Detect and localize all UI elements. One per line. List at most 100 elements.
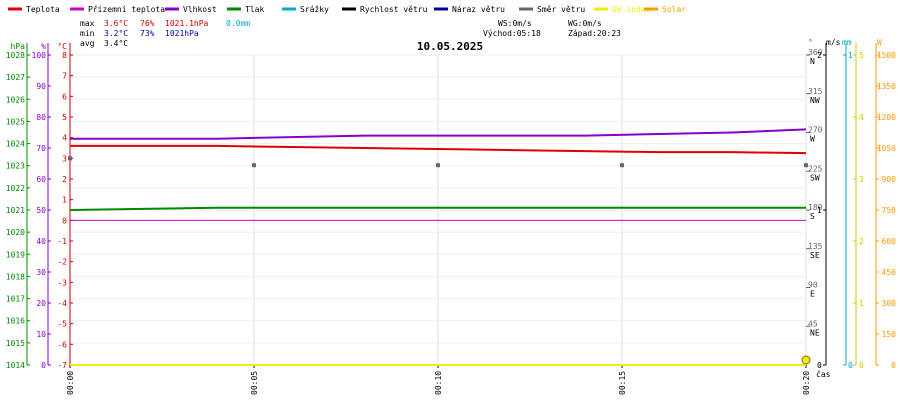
- legend-label: Rychlost větru: [360, 5, 428, 14]
- temperature-tick-label: -2: [57, 258, 67, 267]
- temperature-tick-label: 3: [62, 154, 67, 163]
- solar-tick-label: 900: [882, 175, 897, 184]
- stat-max-label: max: [80, 19, 95, 28]
- series-smer-vetru-point: [620, 163, 624, 168]
- series-smer-vetru-point: [436, 163, 440, 168]
- humidity-tick-label: 20: [36, 299, 46, 308]
- wind-gust-info: WG:0m/s: [568, 19, 602, 28]
- stat-max-rain: 0.0mm: [226, 19, 250, 28]
- direction-compass-label: SW: [810, 173, 820, 182]
- direction-tick-label: 45: [808, 319, 818, 328]
- pressure-tick-label: 1019: [6, 250, 25, 259]
- x-tick-label: 00:15: [618, 371, 627, 395]
- direction-compass-label: W: [810, 135, 815, 144]
- stat-min-press: 1021hPa: [165, 29, 199, 38]
- pressure-tick-label: 1018: [6, 272, 25, 281]
- humidity-unit: %: [41, 42, 46, 51]
- uv-tick-label: 0: [859, 361, 864, 370]
- stat-avg-label: avg: [80, 39, 95, 48]
- pressure-tick-label: 1021: [6, 206, 25, 215]
- temperature-tick-label: -5: [57, 320, 67, 329]
- rain-tick-label: 1: [848, 51, 853, 60]
- legend-label: Solar: [662, 5, 686, 14]
- uv-tick-label: 2: [859, 237, 864, 246]
- temperature-tick-label: 7: [62, 72, 67, 81]
- solar-tick-label: 1200: [877, 113, 896, 122]
- temperature-tick-label: -1: [57, 237, 67, 246]
- pressure-tick-label: 1028: [6, 51, 25, 60]
- solar-tick-label: 450: [882, 268, 897, 277]
- temperature-tick-label: -3: [57, 278, 67, 287]
- humidity-tick-label: 30: [36, 268, 46, 277]
- pressure-tick-label: 1015: [6, 339, 25, 348]
- pressure-tick-label: 1023: [6, 162, 25, 171]
- pressure-tick-label: 1022: [6, 184, 25, 193]
- series-smer-vetru-point: [252, 163, 256, 168]
- weather-chart: 10.05.2025 00:00 00:05 00:10 00:15 00:20 čas 1…: [0, 0, 900, 400]
- legend-label: Teplota: [26, 5, 60, 14]
- rain-unit: mm: [842, 38, 852, 47]
- direction-compass-label: N: [810, 57, 815, 66]
- stat-min-temp: 3.2°C: [104, 29, 128, 38]
- solar-tick-label: 1350: [877, 82, 896, 91]
- direction-unit: °: [808, 38, 813, 47]
- stat-min-label: min: [80, 29, 95, 38]
- solar-tick-label: 600: [882, 237, 897, 246]
- wind-tick-label: 0: [817, 361, 822, 370]
- humidity-tick-label: 70: [36, 144, 46, 153]
- solar-tick-label: 0: [891, 361, 896, 370]
- temperature-tick-label: 6: [62, 92, 67, 101]
- direction-tick-label: 135: [808, 242, 823, 251]
- humidity-tick-label: 80: [36, 113, 46, 122]
- solar-tick-label: 1500: [877, 51, 896, 60]
- humidity-tick-label: 40: [36, 237, 46, 246]
- x-tick-label: 00:05: [250, 371, 259, 395]
- stat-max-temp: 3.6°C: [104, 19, 128, 28]
- stat-max-press: 1021.1hPa: [165, 19, 209, 28]
- solar-unit: W: [877, 38, 882, 47]
- humidity-tick-label: 10: [36, 330, 46, 339]
- sunset-info: Západ:20:23: [568, 29, 621, 38]
- temperature-tick-label: 0: [62, 216, 67, 225]
- wind-tick-label: 1: [817, 206, 822, 215]
- direction-compass-label: S: [810, 212, 815, 221]
- temperature-tick-label: -7: [57, 361, 67, 370]
- temperature-unit: °C: [57, 42, 67, 51]
- series-smer-vetru-point: [804, 163, 808, 168]
- legend-label: Náraz větru: [452, 5, 505, 14]
- temperature-tick-label: 2: [62, 175, 67, 184]
- wind-unit: m/s: [826, 38, 841, 47]
- direction-tick-label: 225: [808, 164, 823, 173]
- stat-max-hum: 76%: [140, 19, 155, 28]
- temperature-tick-label: -4: [57, 299, 67, 308]
- pressure-tick-label: 1014: [6, 361, 25, 370]
- chart-title: 10.05.2025: [417, 40, 483, 53]
- direction-compass-label: NW: [810, 96, 820, 105]
- legend-label: Srážky: [300, 5, 329, 14]
- rain-tick-label: 0: [848, 361, 853, 370]
- humidity-tick-label: 50: [36, 206, 46, 215]
- uv-tick-label: 1: [859, 299, 864, 308]
- humidity-tick-label: 100: [32, 51, 47, 60]
- humidity-tick-label: 60: [36, 175, 46, 184]
- temperature-tick-label: -6: [57, 340, 67, 349]
- humidity-tick-label: 90: [36, 82, 46, 91]
- uv-tick-label: 3: [859, 175, 864, 184]
- pressure-tick-label: 1026: [6, 95, 25, 104]
- pressure-tick-label: 1016: [6, 317, 25, 326]
- uv-tick-label: 4: [859, 113, 864, 122]
- sunrise-info: Východ:05:18: [483, 29, 541, 38]
- direction-tick-label: 270: [808, 126, 823, 135]
- temperature-tick-label: 8: [62, 51, 67, 60]
- stat-min-hum: 73%: [140, 29, 155, 38]
- wind-tick-label: 2: [817, 51, 822, 60]
- direction-compass-label: SE: [810, 251, 820, 260]
- x-tick-label: 00:00: [66, 371, 75, 395]
- pressure-tick-label: 1017: [6, 295, 25, 304]
- pressure-tick-label: 1020: [6, 228, 25, 237]
- solar-tick-label: 1050: [877, 144, 896, 153]
- solar-tick-label: 150: [882, 330, 897, 339]
- direction-tick-label: 90: [808, 281, 818, 290]
- legend-label: Vlhkost: [183, 5, 217, 14]
- temperature-tick-label: 1: [62, 196, 67, 205]
